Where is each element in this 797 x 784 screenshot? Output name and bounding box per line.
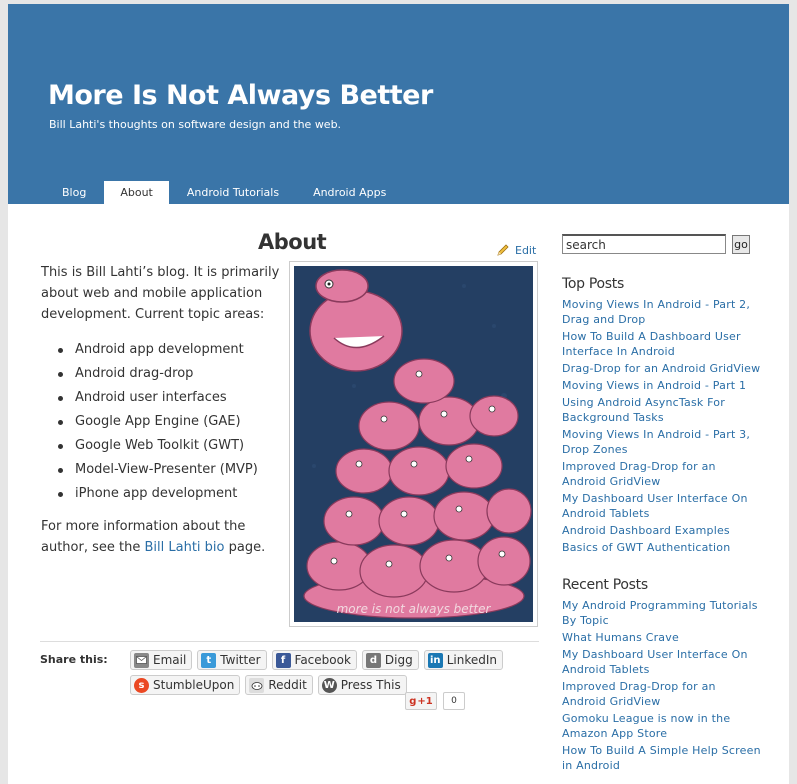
nav-item-android-tutorials[interactable]: Android Tutorials xyxy=(171,181,295,204)
share-stumbleupon-label: StumbleUpon xyxy=(153,678,235,692)
share-email-label: Email xyxy=(153,653,187,667)
topic-list: Android app development Android drag-dro… xyxy=(53,338,258,506)
recent-post-link[interactable]: How To Build A Simple Help Screen in And… xyxy=(562,743,762,773)
list-item: Google App Engine (GAE) xyxy=(53,410,258,434)
share-twitter-label: Twitter xyxy=(220,653,261,667)
google-plus-one-count: 0 xyxy=(443,692,465,710)
share-row-2: s StumbleUpon Reddit W Press This xyxy=(130,675,407,695)
top-post-link[interactable]: Improved Drag-Drop for an Android GridVi… xyxy=(562,459,762,489)
wordpress-icon: W xyxy=(321,677,337,693)
hippo-cartoon-image: more is not always better xyxy=(294,266,533,622)
page-title: About xyxy=(258,230,327,254)
recent-posts-list: My Android Programming Tutorials By Topi… xyxy=(562,598,762,773)
photo-frame: more is not always better xyxy=(289,261,538,627)
share-reddit-button[interactable]: Reddit xyxy=(245,675,313,695)
share-digg-button[interactable]: d Digg xyxy=(361,650,419,670)
share-press-this-button[interactable]: W Press This xyxy=(317,675,407,695)
recent-post-link[interactable]: What Humans Crave xyxy=(562,630,762,645)
page-frame: More Is Not Always Better Bill Lahti's t… xyxy=(8,4,789,784)
divider xyxy=(40,641,539,642)
site-header: More Is Not Always Better Bill Lahti's t… xyxy=(8,4,789,204)
top-post-link[interactable]: Drag-Drop for an Android GridView xyxy=(562,361,762,376)
list-item: Android drag-drop xyxy=(53,362,258,386)
share-facebook-label: Facebook xyxy=(294,653,351,667)
hippo-illustration xyxy=(294,266,533,622)
edit-link[interactable]: Edit xyxy=(495,242,536,258)
main-nav: Blog About Android Tutorials Android App… xyxy=(46,181,404,204)
bio-link[interactable]: Bill Lahti bio xyxy=(144,540,224,555)
linkedin-icon: in xyxy=(427,652,443,668)
stumbleupon-icon: s xyxy=(134,677,149,693)
recent-post-link[interactable]: My Dashboard User Interface On Android T… xyxy=(562,647,762,677)
google-plus-one-button[interactable]: g +1 xyxy=(405,692,437,710)
search-go-button[interactable]: go xyxy=(732,234,750,254)
site-description: Bill Lahti's thoughts on software design… xyxy=(49,118,342,131)
share-linkedin-button[interactable]: in LinkedIn xyxy=(423,650,504,670)
nav-item-android-apps[interactable]: Android Apps xyxy=(297,181,402,204)
outro-suffix: page. xyxy=(224,540,266,555)
share-label: Share this: xyxy=(40,653,108,666)
share-linkedin-label: LinkedIn xyxy=(446,653,498,667)
reddit-icon xyxy=(249,677,265,693)
top-post-link[interactable]: Using Android AsyncTask For Background T… xyxy=(562,395,762,425)
top-post-link[interactable]: Android Dashboard Examples xyxy=(562,523,762,538)
nav-item-about[interactable]: About xyxy=(104,181,169,204)
share-facebook-button[interactable]: f Facebook xyxy=(271,650,357,670)
digg-icon: d xyxy=(365,652,381,668)
intro-paragraph: This is Bill Lahti’s blog. It is primari… xyxy=(41,265,280,322)
top-posts-list: Moving Views In Android - Part 2, Drag a… xyxy=(562,297,762,555)
share-stumbleupon-button[interactable]: s StumbleUpon xyxy=(130,675,241,695)
twitter-icon: t xyxy=(201,652,217,668)
share-press-this-label: Press This xyxy=(340,678,401,692)
list-item: Model-View-Presenter (MVP) xyxy=(53,458,258,482)
edit-label: Edit xyxy=(515,243,537,257)
top-post-link[interactable]: Moving Views in Android - Part 1 xyxy=(562,378,762,393)
search-form: go xyxy=(562,234,762,254)
email-icon xyxy=(134,652,149,668)
top-post-link[interactable]: Basics of GWT Authentication xyxy=(562,540,762,555)
google-plus-icon: g xyxy=(409,695,417,707)
recent-post-link[interactable]: Gomoku League is now in the Amazon App S… xyxy=(562,711,762,741)
share-reddit-label: Reddit xyxy=(268,678,307,692)
pencil-icon xyxy=(495,242,511,258)
photo-caption: more is not always better xyxy=(336,602,491,616)
nav-item-blog[interactable]: Blog xyxy=(46,181,102,204)
recent-post-link[interactable]: Improved Drag-Drop for an Android GridVi… xyxy=(562,679,762,709)
site-title[interactable]: More Is Not Always Better xyxy=(48,80,433,111)
facebook-icon: f xyxy=(275,652,291,668)
google-plus-one-label: +1 xyxy=(417,695,433,707)
list-item: iPhone app development xyxy=(53,482,258,506)
list-item: Android app development xyxy=(53,338,258,362)
search-input[interactable] xyxy=(562,234,726,254)
sidebar: go Top Posts Moving Views In Android - P… xyxy=(562,234,762,775)
top-post-link[interactable]: Moving Views In Android - Part 2, Drag a… xyxy=(562,297,762,327)
share-email-button[interactable]: Email xyxy=(130,650,193,670)
google-plus-one: g +1 0 xyxy=(405,692,465,710)
list-item: Android user interfaces xyxy=(53,386,258,410)
recent-posts-title: Recent Posts xyxy=(562,577,648,593)
share-digg-label: Digg xyxy=(384,653,413,667)
top-post-link[interactable]: My Dashboard User Interface On Android T… xyxy=(562,491,762,521)
top-post-link[interactable]: Moving Views In Android - Part 3, Drop Z… xyxy=(562,427,762,457)
recent-post-link[interactable]: My Android Programming Tutorials By Topi… xyxy=(562,598,762,628)
list-item: Google Web Toolkit (GWT) xyxy=(53,434,258,458)
top-posts-title: Top Posts xyxy=(562,276,624,292)
top-post-link[interactable]: How To Build A Dashboard User Interface … xyxy=(562,329,762,359)
share-row-1: Email t Twitter f Facebook d Digg in Lin… xyxy=(130,650,504,670)
share-twitter-button[interactable]: t Twitter xyxy=(197,650,267,670)
outro-paragraph: For more information about the author, s… xyxy=(41,516,281,558)
